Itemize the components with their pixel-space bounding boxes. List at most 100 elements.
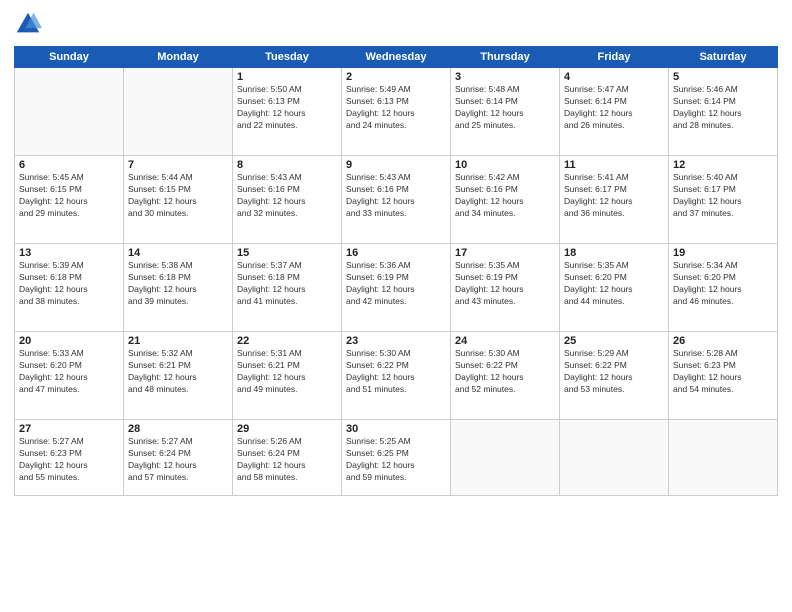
calendar-cell: 2Sunrise: 5:49 AM Sunset: 6:13 PM Daylig… bbox=[342, 68, 451, 156]
calendar-day-header: Tuesday bbox=[233, 47, 342, 68]
day-info: Sunrise: 5:44 AM Sunset: 6:15 PM Dayligh… bbox=[128, 172, 228, 220]
calendar-header-row: SundayMondayTuesdayWednesdayThursdayFrid… bbox=[15, 47, 778, 68]
day-info: Sunrise: 5:34 AM Sunset: 6:20 PM Dayligh… bbox=[673, 260, 773, 308]
day-number: 8 bbox=[237, 159, 337, 171]
day-number: 20 bbox=[19, 335, 119, 347]
calendar-cell: 20Sunrise: 5:33 AM Sunset: 6:20 PM Dayli… bbox=[15, 332, 124, 420]
day-info: Sunrise: 5:30 AM Sunset: 6:22 PM Dayligh… bbox=[346, 348, 446, 396]
day-info: Sunrise: 5:45 AM Sunset: 6:15 PM Dayligh… bbox=[19, 172, 119, 220]
day-number: 24 bbox=[455, 335, 555, 347]
calendar: SundayMondayTuesdayWednesdayThursdayFrid… bbox=[14, 46, 778, 496]
calendar-cell bbox=[669, 420, 778, 496]
calendar-week-row: 20Sunrise: 5:33 AM Sunset: 6:20 PM Dayli… bbox=[15, 332, 778, 420]
calendar-cell: 19Sunrise: 5:34 AM Sunset: 6:20 PM Dayli… bbox=[669, 244, 778, 332]
calendar-cell: 27Sunrise: 5:27 AM Sunset: 6:23 PM Dayli… bbox=[15, 420, 124, 496]
calendar-day-header: Friday bbox=[560, 47, 669, 68]
calendar-day-header: Thursday bbox=[451, 47, 560, 68]
day-number: 25 bbox=[564, 335, 664, 347]
calendar-cell: 10Sunrise: 5:42 AM Sunset: 6:16 PM Dayli… bbox=[451, 156, 560, 244]
calendar-cell: 3Sunrise: 5:48 AM Sunset: 6:14 PM Daylig… bbox=[451, 68, 560, 156]
day-info: Sunrise: 5:48 AM Sunset: 6:14 PM Dayligh… bbox=[455, 84, 555, 132]
day-info: Sunrise: 5:27 AM Sunset: 6:24 PM Dayligh… bbox=[128, 436, 228, 484]
calendar-cell: 7Sunrise: 5:44 AM Sunset: 6:15 PM Daylig… bbox=[124, 156, 233, 244]
day-number: 5 bbox=[673, 71, 773, 83]
day-number: 4 bbox=[564, 71, 664, 83]
day-info: Sunrise: 5:31 AM Sunset: 6:21 PM Dayligh… bbox=[237, 348, 337, 396]
day-info: Sunrise: 5:38 AM Sunset: 6:18 PM Dayligh… bbox=[128, 260, 228, 308]
calendar-day-header: Wednesday bbox=[342, 47, 451, 68]
day-info: Sunrise: 5:46 AM Sunset: 6:14 PM Dayligh… bbox=[673, 84, 773, 132]
calendar-cell: 4Sunrise: 5:47 AM Sunset: 6:14 PM Daylig… bbox=[560, 68, 669, 156]
day-info: Sunrise: 5:49 AM Sunset: 6:13 PM Dayligh… bbox=[346, 84, 446, 132]
calendar-cell bbox=[15, 68, 124, 156]
calendar-cell: 13Sunrise: 5:39 AM Sunset: 6:18 PM Dayli… bbox=[15, 244, 124, 332]
day-number: 28 bbox=[128, 423, 228, 435]
day-info: Sunrise: 5:43 AM Sunset: 6:16 PM Dayligh… bbox=[346, 172, 446, 220]
day-info: Sunrise: 5:42 AM Sunset: 6:16 PM Dayligh… bbox=[455, 172, 555, 220]
day-number: 14 bbox=[128, 247, 228, 259]
day-number: 6 bbox=[19, 159, 119, 171]
calendar-cell: 11Sunrise: 5:41 AM Sunset: 6:17 PM Dayli… bbox=[560, 156, 669, 244]
calendar-day-header: Sunday bbox=[15, 47, 124, 68]
day-info: Sunrise: 5:36 AM Sunset: 6:19 PM Dayligh… bbox=[346, 260, 446, 308]
calendar-cell: 12Sunrise: 5:40 AM Sunset: 6:17 PM Dayli… bbox=[669, 156, 778, 244]
day-number: 17 bbox=[455, 247, 555, 259]
day-number: 26 bbox=[673, 335, 773, 347]
calendar-cell: 30Sunrise: 5:25 AM Sunset: 6:25 PM Dayli… bbox=[342, 420, 451, 496]
day-number: 13 bbox=[19, 247, 119, 259]
calendar-week-row: 13Sunrise: 5:39 AM Sunset: 6:18 PM Dayli… bbox=[15, 244, 778, 332]
day-number: 23 bbox=[346, 335, 446, 347]
calendar-week-row: 27Sunrise: 5:27 AM Sunset: 6:23 PM Dayli… bbox=[15, 420, 778, 496]
day-number: 12 bbox=[673, 159, 773, 171]
day-number: 19 bbox=[673, 247, 773, 259]
day-number: 11 bbox=[564, 159, 664, 171]
calendar-cell: 8Sunrise: 5:43 AM Sunset: 6:16 PM Daylig… bbox=[233, 156, 342, 244]
day-number: 27 bbox=[19, 423, 119, 435]
header bbox=[14, 10, 778, 38]
calendar-cell: 6Sunrise: 5:45 AM Sunset: 6:15 PM Daylig… bbox=[15, 156, 124, 244]
day-number: 3 bbox=[455, 71, 555, 83]
day-info: Sunrise: 5:25 AM Sunset: 6:25 PM Dayligh… bbox=[346, 436, 446, 484]
calendar-cell: 29Sunrise: 5:26 AM Sunset: 6:24 PM Dayli… bbox=[233, 420, 342, 496]
calendar-cell: 21Sunrise: 5:32 AM Sunset: 6:21 PM Dayli… bbox=[124, 332, 233, 420]
logo bbox=[14, 10, 46, 38]
calendar-cell: 22Sunrise: 5:31 AM Sunset: 6:21 PM Dayli… bbox=[233, 332, 342, 420]
calendar-cell: 9Sunrise: 5:43 AM Sunset: 6:16 PM Daylig… bbox=[342, 156, 451, 244]
day-info: Sunrise: 5:33 AM Sunset: 6:20 PM Dayligh… bbox=[19, 348, 119, 396]
calendar-cell: 16Sunrise: 5:36 AM Sunset: 6:19 PM Dayli… bbox=[342, 244, 451, 332]
day-number: 1 bbox=[237, 71, 337, 83]
calendar-cell: 5Sunrise: 5:46 AM Sunset: 6:14 PM Daylig… bbox=[669, 68, 778, 156]
day-info: Sunrise: 5:43 AM Sunset: 6:16 PM Dayligh… bbox=[237, 172, 337, 220]
day-info: Sunrise: 5:29 AM Sunset: 6:22 PM Dayligh… bbox=[564, 348, 664, 396]
calendar-cell bbox=[560, 420, 669, 496]
day-info: Sunrise: 5:32 AM Sunset: 6:21 PM Dayligh… bbox=[128, 348, 228, 396]
calendar-day-header: Monday bbox=[124, 47, 233, 68]
calendar-cell: 17Sunrise: 5:35 AM Sunset: 6:19 PM Dayli… bbox=[451, 244, 560, 332]
day-number: 16 bbox=[346, 247, 446, 259]
day-info: Sunrise: 5:41 AM Sunset: 6:17 PM Dayligh… bbox=[564, 172, 664, 220]
calendar-cell: 18Sunrise: 5:35 AM Sunset: 6:20 PM Dayli… bbox=[560, 244, 669, 332]
calendar-cell: 28Sunrise: 5:27 AM Sunset: 6:24 PM Dayli… bbox=[124, 420, 233, 496]
calendar-cell bbox=[124, 68, 233, 156]
day-info: Sunrise: 5:47 AM Sunset: 6:14 PM Dayligh… bbox=[564, 84, 664, 132]
day-info: Sunrise: 5:39 AM Sunset: 6:18 PM Dayligh… bbox=[19, 260, 119, 308]
calendar-day-header: Saturday bbox=[669, 47, 778, 68]
day-number: 10 bbox=[455, 159, 555, 171]
day-number: 29 bbox=[237, 423, 337, 435]
day-number: 18 bbox=[564, 247, 664, 259]
page: SundayMondayTuesdayWednesdayThursdayFrid… bbox=[0, 0, 792, 612]
day-info: Sunrise: 5:28 AM Sunset: 6:23 PM Dayligh… bbox=[673, 348, 773, 396]
logo-icon bbox=[14, 10, 42, 38]
calendar-week-row: 1Sunrise: 5:50 AM Sunset: 6:13 PM Daylig… bbox=[15, 68, 778, 156]
calendar-cell bbox=[451, 420, 560, 496]
day-number: 9 bbox=[346, 159, 446, 171]
day-number: 7 bbox=[128, 159, 228, 171]
calendar-cell: 15Sunrise: 5:37 AM Sunset: 6:18 PM Dayli… bbox=[233, 244, 342, 332]
day-number: 22 bbox=[237, 335, 337, 347]
day-info: Sunrise: 5:26 AM Sunset: 6:24 PM Dayligh… bbox=[237, 436, 337, 484]
day-info: Sunrise: 5:30 AM Sunset: 6:22 PM Dayligh… bbox=[455, 348, 555, 396]
day-number: 30 bbox=[346, 423, 446, 435]
day-info: Sunrise: 5:50 AM Sunset: 6:13 PM Dayligh… bbox=[237, 84, 337, 132]
calendar-cell: 1Sunrise: 5:50 AM Sunset: 6:13 PM Daylig… bbox=[233, 68, 342, 156]
day-info: Sunrise: 5:27 AM Sunset: 6:23 PM Dayligh… bbox=[19, 436, 119, 484]
